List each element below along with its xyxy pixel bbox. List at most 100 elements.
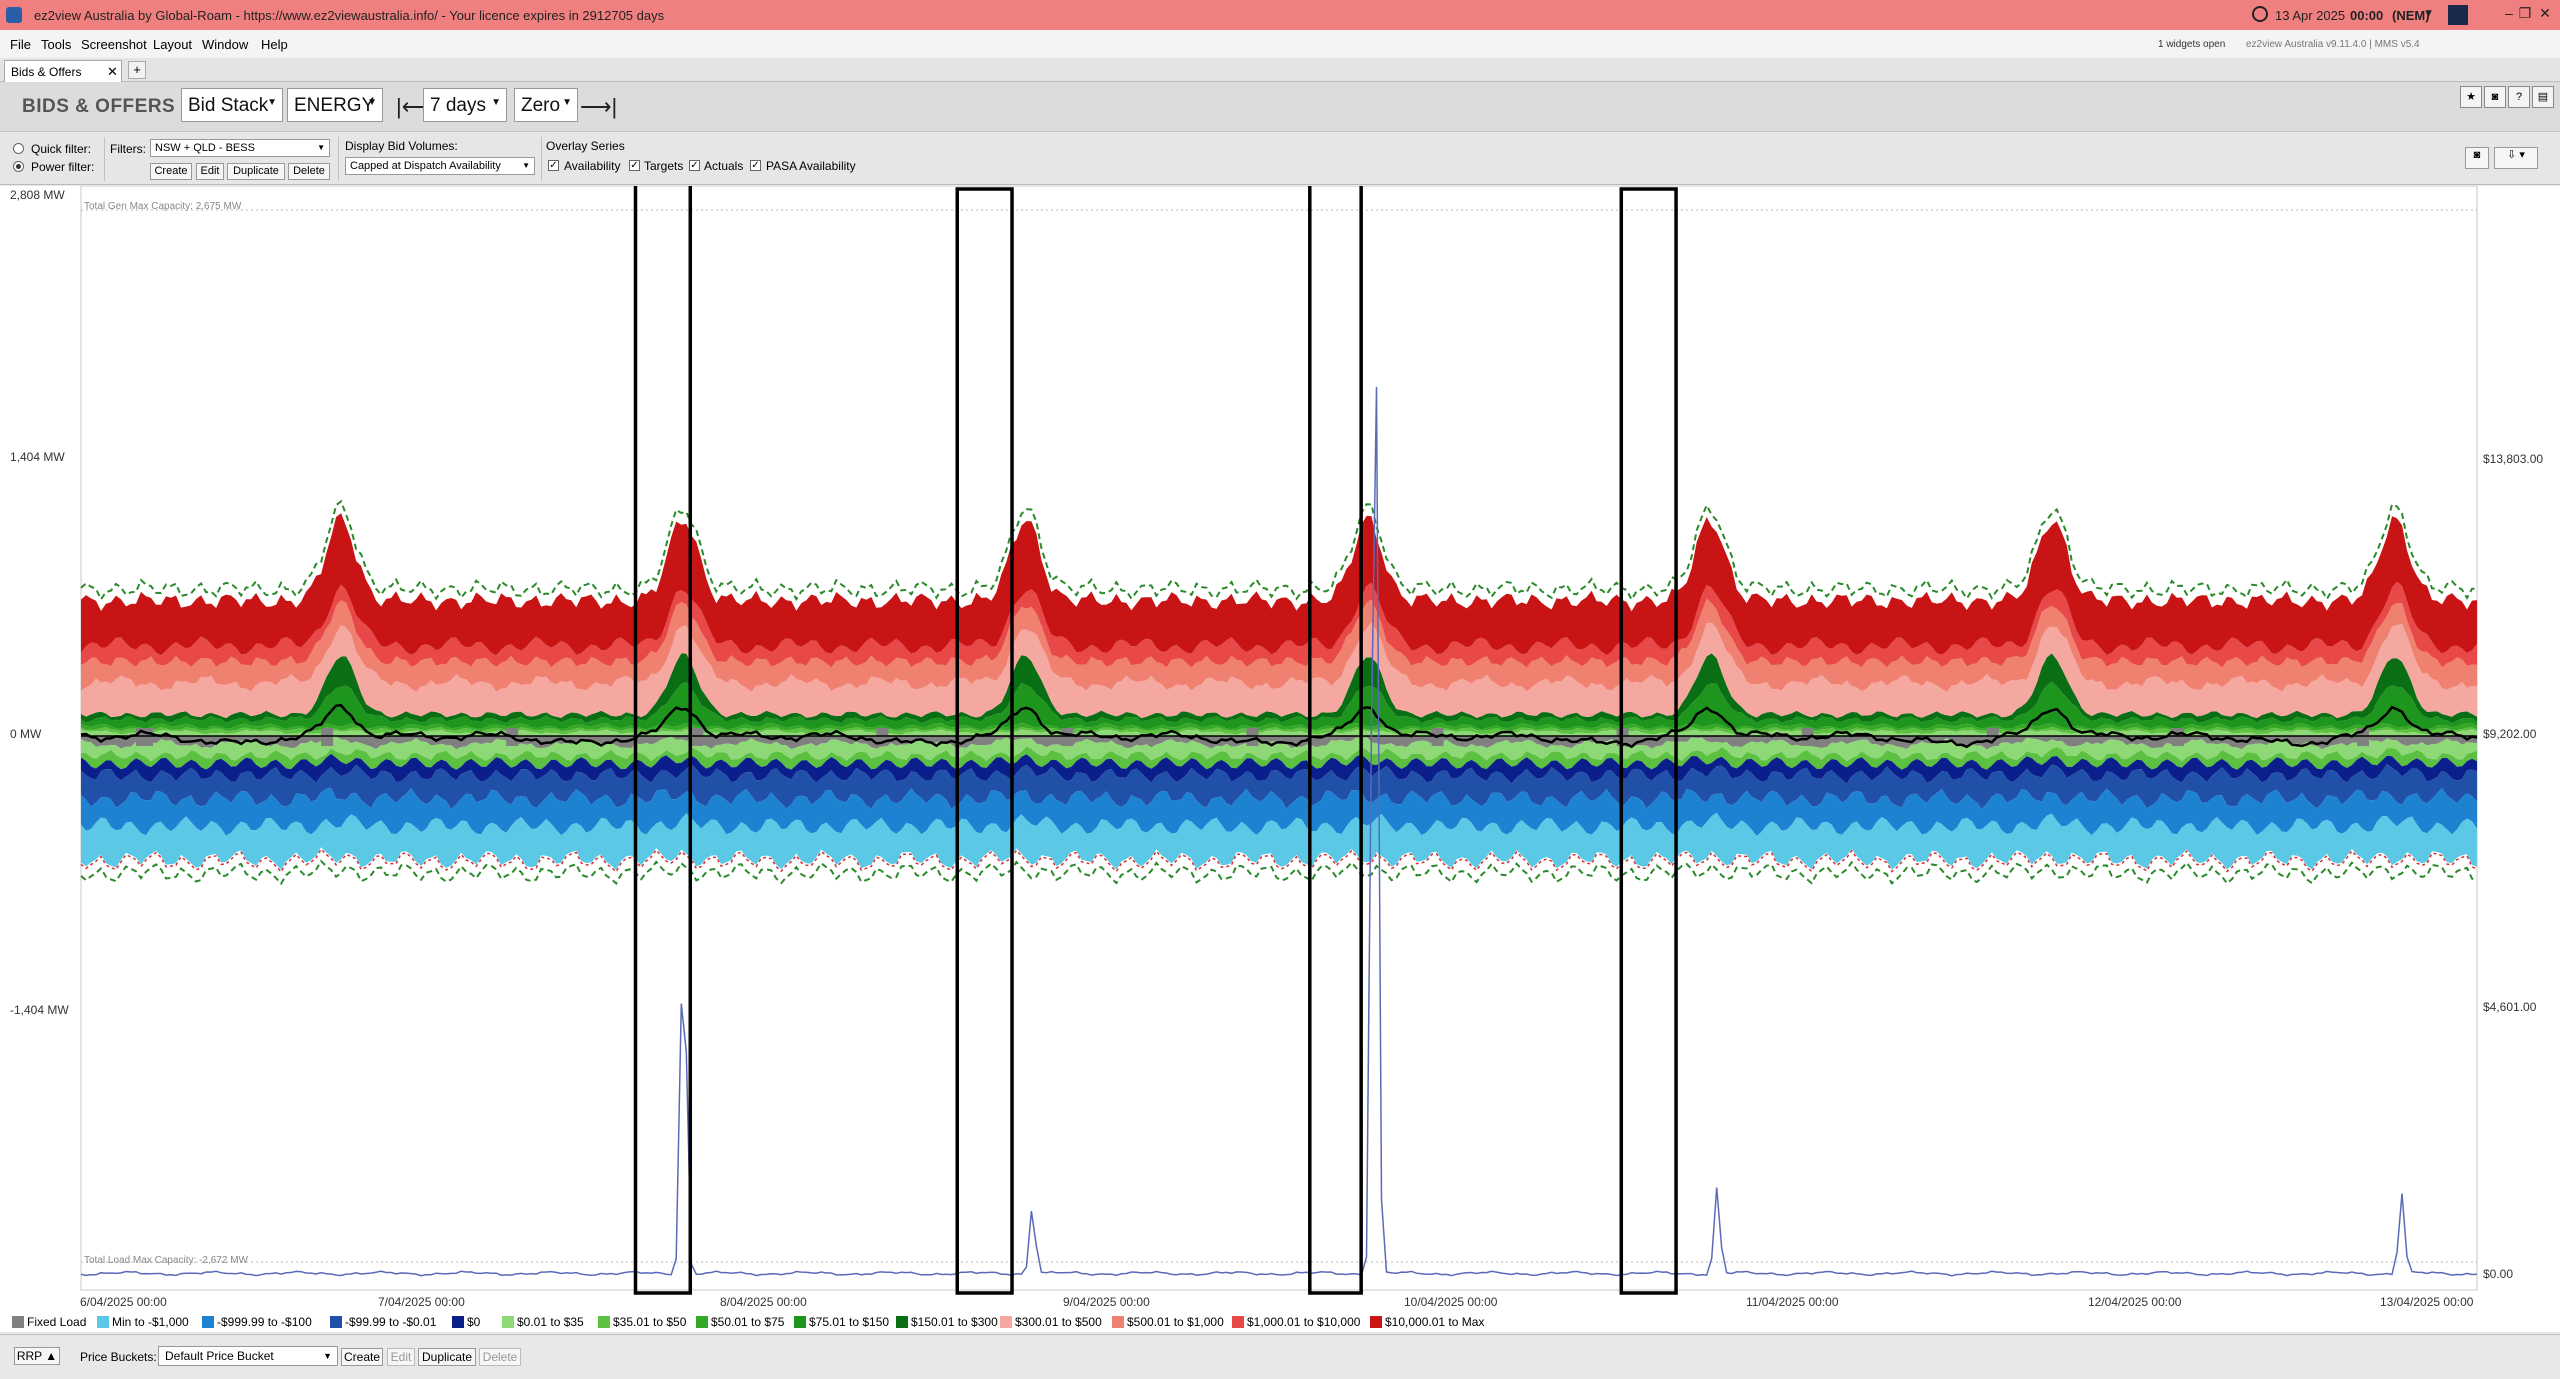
- menu-tools[interactable]: Tools: [41, 37, 71, 52]
- quick-filter-label: Quick filter:: [31, 142, 92, 156]
- gen-max-annotation: Total Gen Max Capacity: 2,675 MW: [84, 201, 242, 212]
- title-bar: ez2view Australia by Global-Roam - https…: [0, 0, 2560, 30]
- menu-screenshot[interactable]: Screenshot: [81, 37, 147, 52]
- filter-create-button[interactable]: Create: [150, 163, 192, 180]
- bucket-edit-button[interactable]: Edit: [387, 1348, 415, 1366]
- clock-icon: [2252, 6, 2268, 22]
- legend-swatch: [896, 1316, 908, 1328]
- power-filter-radio[interactable]: [13, 161, 24, 172]
- x-tick-label: 13/04/2025 00:00: [2380, 1295, 2474, 1309]
- comment-icon[interactable]: ▤: [2532, 86, 2554, 108]
- region-dropdown-arrow-icon[interactable]: ▼: [2424, 8, 2434, 19]
- x-tick-label: 11/04/2025 00:00: [1746, 1295, 1839, 1309]
- filter-bar: Quick filter: Power filter: Filters: NSW…: [0, 133, 2560, 185]
- bid-volume-value: Capped at Dispatch Availability: [350, 160, 501, 172]
- legend-label: $0: [467, 1315, 481, 1329]
- bid-stack-chart[interactable]: 2,808 MW 1,404 MW 0 MW -1,404 MW $13,803…: [0, 186, 2560, 1320]
- filter-edit-button[interactable]: Edit: [196, 163, 224, 180]
- x-tick-label: 6/04/2025 00:00: [80, 1295, 167, 1309]
- close-tab-icon[interactable]: ✕: [107, 64, 118, 80]
- actuals-checkbox[interactable]: ✓: [689, 160, 700, 171]
- tab-bids-offers[interactable]: Bids & Offers ✕: [4, 60, 122, 82]
- right-tick-label: $9,202.00: [2483, 727, 2537, 741]
- legend-label: $0.01 to $35: [517, 1315, 584, 1329]
- add-tab-button[interactable]: +: [128, 61, 146, 79]
- price-bucket-value: Default Price Bucket: [165, 1349, 274, 1363]
- view-dropdown[interactable]: Bid Stack ▼: [181, 88, 283, 122]
- power-filter-label: Power filter:: [31, 160, 95, 174]
- left-tick-label: 0 MW: [10, 727, 42, 741]
- camera-icon[interactable]: ◙: [2484, 86, 2506, 108]
- rrp-label: RRP: [16, 1349, 42, 1363]
- favourite-icon[interactable]: ★: [2460, 86, 2482, 108]
- filter-duplicate-button[interactable]: Duplicate: [227, 163, 285, 180]
- legend-swatch: [1000, 1316, 1012, 1328]
- sync-status-icon[interactable]: [2448, 5, 2468, 25]
- app-logo-icon: [6, 7, 22, 23]
- legend-label: $300.01 to $500: [1015, 1315, 1102, 1329]
- right-tick-label: $4,601.00: [2483, 1000, 2537, 1014]
- filter-delete-button[interactable]: Delete: [288, 163, 330, 180]
- price-buckets-label: Price Buckets:: [80, 1350, 157, 1364]
- help-icon[interactable]: ?: [2508, 86, 2530, 108]
- targets-checkbox[interactable]: ✓: [629, 160, 640, 171]
- legend-swatch: [794, 1316, 806, 1328]
- legend-label: $150.01 to $300: [911, 1315, 998, 1329]
- fixed-load-block: [1061, 728, 1074, 746]
- availability-checkbox[interactable]: ✓: [548, 160, 559, 171]
- display-bid-volumes-label: Display Bid Volumes:: [345, 139, 458, 153]
- menu-window[interactable]: Window: [202, 37, 248, 52]
- period-dropdown[interactable]: 7 days ▼: [423, 88, 507, 122]
- menu-file[interactable]: File: [10, 37, 31, 52]
- version-info: ez2view Australia v9.11.4.0 | MMS v5.4: [2246, 39, 2420, 50]
- load-max-annotation: Total Load Max Capacity: -2,672 MW: [84, 1255, 249, 1266]
- rrp-toggle-button[interactable]: RRP ▲: [14, 1347, 60, 1365]
- tab-bar: Bids & Offers ✕ +: [0, 58, 2560, 82]
- legend-swatch: [12, 1316, 24, 1328]
- scale-dropdown[interactable]: Zero ▼: [514, 88, 578, 122]
- bucket-duplicate-button[interactable]: Duplicate: [418, 1348, 476, 1366]
- quick-filter-radio[interactable]: [13, 143, 24, 154]
- x-tick-label: 10/04/2025 00:00: [1404, 1295, 1498, 1309]
- legend-swatch: [1112, 1316, 1124, 1328]
- legend-label: -$999.99 to -$100: [217, 1315, 312, 1329]
- separator: [541, 137, 542, 181]
- window-title: ez2view Australia by Global-Roam - https…: [34, 8, 665, 23]
- filter-select[interactable]: NSW + QLD - BESS ▼: [150, 139, 330, 157]
- chevron-down-icon: ▼: [317, 143, 325, 152]
- export-dropdown-icon[interactable]: ⇩ ▾: [2494, 147, 2538, 169]
- right-tick-label: $0.00: [2483, 1267, 2513, 1281]
- jump-to-end-icon[interactable]: ⟶|: [580, 94, 617, 120]
- close-window-button[interactable]: ✕: [2530, 5, 2560, 25]
- widget-toolbar: BIDS & OFFERS Bid Stack ▼ ENERGY ▼ |⟵ 7 da…: [0, 82, 2560, 132]
- legend-label: Fixed Load: [27, 1315, 87, 1329]
- menu-layout[interactable]: Layout: [153, 37, 192, 52]
- bucket-create-button[interactable]: Create: [341, 1348, 383, 1366]
- bid-volume-select[interactable]: Capped at Dispatch Availability ▼: [345, 157, 535, 175]
- chevron-down-icon: ▼: [367, 97, 377, 108]
- rrp-arrow-icon: ▲: [45, 1349, 58, 1363]
- separator: [104, 137, 105, 181]
- legend-label: $50.01 to $75: [711, 1315, 785, 1329]
- filters-label: Filters:: [110, 142, 146, 156]
- market-value: ENERGY: [294, 95, 375, 116]
- view-value: Bid Stack: [188, 95, 269, 116]
- chevron-down-icon: ▼: [491, 97, 501, 108]
- pasa-availability-checkbox[interactable]: ✓: [750, 160, 761, 171]
- targets-label: Targets: [644, 159, 684, 173]
- bucket-delete-button[interactable]: Delete: [479, 1348, 521, 1366]
- legend-label: $35.01 to $50: [613, 1315, 687, 1329]
- chevron-down-icon: ▼: [323, 1351, 332, 1361]
- chart-canvas[interactable]: 2,808 MW 1,404 MW 0 MW -1,404 MW $13,803…: [0, 186, 2560, 1312]
- pasa-availability-label: PASA Availability: [766, 159, 856, 173]
- fixed-load-block: [2171, 728, 2184, 746]
- snapshot-icon[interactable]: ◙: [2465, 147, 2489, 169]
- chevron-down-icon: ▼: [562, 97, 572, 108]
- legend-label: $75.01 to $150: [809, 1315, 890, 1329]
- market-dropdown[interactable]: ENERGY ▼: [287, 88, 383, 122]
- chart-legend: Fixed Load Min to -$1,000 -$999.99 to -$10…: [0, 1312, 2560, 1332]
- x-tick-label: 12/04/2025 00:00: [2088, 1295, 2182, 1309]
- legend-swatch: [97, 1316, 109, 1328]
- price-bucket-select[interactable]: Default Price Bucket ▼: [158, 1346, 338, 1366]
- menu-help[interactable]: Help: [261, 37, 288, 52]
